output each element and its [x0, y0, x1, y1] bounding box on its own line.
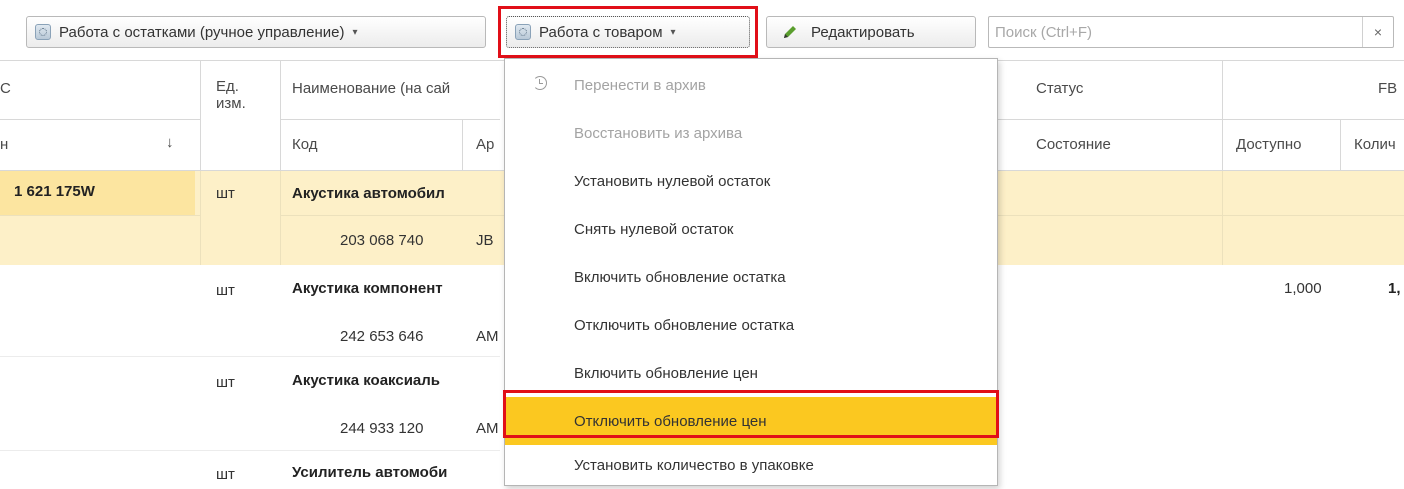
search-input[interactable]	[989, 17, 1361, 47]
row2-unit: шт	[216, 282, 235, 299]
row3-unit: шт	[216, 374, 235, 391]
header-available[interactable]: Доступно	[1236, 136, 1301, 153]
menu-item-label: Установить нулевой остаток	[574, 172, 771, 190]
edit-label: Редактировать	[811, 23, 915, 41]
row-col-separator	[1222, 171, 1223, 265]
col-separator	[200, 60, 201, 170]
menu-item-highlight	[503, 390, 999, 438]
menu-item-label: Включить обновление остатка	[574, 268, 786, 286]
row2-available: 1,000	[1284, 280, 1322, 297]
header-mid-line	[998, 119, 1404, 120]
menu-item-label: Снять нулевой остаток	[574, 220, 734, 238]
menu-item-archive[interactable]: Перенести в архив	[505, 61, 997, 109]
menu-item-label: Отключить обновление остатка	[574, 316, 795, 334]
row3-code: 244 933 120	[340, 420, 424, 437]
header-unit[interactable]: Ед. изм.	[216, 78, 246, 112]
col-separator	[1222, 60, 1223, 170]
col-separator	[280, 60, 281, 170]
row-subline	[0, 215, 200, 216]
col-separator	[462, 120, 463, 170]
menu-item-label: Установить количество в упаковке	[574, 456, 814, 474]
row-separator	[0, 450, 500, 451]
row2-code: 242 653 646	[340, 328, 424, 345]
menu-item-label: Восстановить из архива	[574, 124, 743, 142]
row-col-separator	[200, 171, 201, 265]
menu-item-restore[interactable]: Восстановить из архива	[505, 109, 997, 157]
menu-item-label: Включить обновление цен	[574, 364, 758, 382]
header-col0-top: С	[0, 80, 11, 97]
header-col0-bottom: н	[0, 136, 9, 153]
row-subline	[280, 215, 504, 216]
stock-management-label: Работа с остатками (ручное управление)	[59, 23, 345, 41]
row-subline	[998, 215, 1404, 216]
menu-item-enable-stock-update[interactable]: Включить обновление остатка	[505, 253, 997, 301]
menu-item-disable-stock-update[interactable]: Отключить обновление остатка	[505, 301, 997, 349]
stock-management-button[interactable]: Работа с остатками (ручное управление) ▾	[26, 16, 486, 48]
goods-button-highlight	[498, 6, 758, 58]
clear-search-button[interactable]: ×	[1362, 17, 1393, 47]
header-quantity[interactable]: Колич	[1354, 136, 1396, 153]
header-mid-line	[0, 119, 200, 120]
header-state[interactable]: Состояние	[1036, 136, 1111, 153]
header-article[interactable]: Ар	[476, 136, 494, 153]
row1-article: JB	[476, 232, 494, 249]
chevron-down-icon: ▾	[352, 26, 358, 38]
row-col-separator	[280, 171, 281, 265]
row2-article: AM	[476, 328, 499, 345]
row4-name: Усилитель автомоби	[292, 464, 448, 481]
row2-name: Акустика компонент	[292, 280, 443, 297]
header-name[interactable]: Наименование (на сай	[292, 80, 450, 97]
menu-item-set-pack-quantity[interactable]: Установить количество в упаковке	[505, 441, 997, 489]
pencil-icon	[784, 26, 796, 38]
header-code[interactable]: Код	[292, 136, 318, 153]
row4-unit: шт	[216, 466, 235, 483]
row1-code: 203 068 740	[340, 232, 424, 249]
gear-icon	[35, 24, 51, 40]
row1-id: 1 621 175W	[14, 183, 95, 200]
row1-name: Акустика автомобил	[292, 185, 445, 202]
menu-item-remove-zero-stock[interactable]: Снять нулевой остаток	[505, 205, 997, 253]
sort-arrow-icon[interactable]: ↓	[166, 134, 174, 151]
row-separator	[0, 356, 500, 357]
header-mid-line	[280, 119, 500, 120]
menu-item-label: Перенести в архив	[574, 76, 706, 94]
edit-button[interactable]: Редактировать	[766, 16, 976, 48]
row3-name: Акустика коаксиаль	[292, 372, 441, 389]
row3-article: AM	[476, 420, 499, 437]
menu-item-set-zero-stock[interactable]: Установить нулевой остаток	[505, 157, 997, 205]
history-icon	[533, 76, 547, 90]
search-field[interactable]: ×	[988, 16, 1394, 48]
col-separator	[1340, 120, 1341, 170]
row1-unit: шт	[216, 185, 235, 202]
header-fb[interactable]: FB	[1378, 80, 1397, 97]
header-status[interactable]: Статус	[1036, 80, 1083, 97]
row2-quantity: 1,	[1388, 280, 1401, 297]
